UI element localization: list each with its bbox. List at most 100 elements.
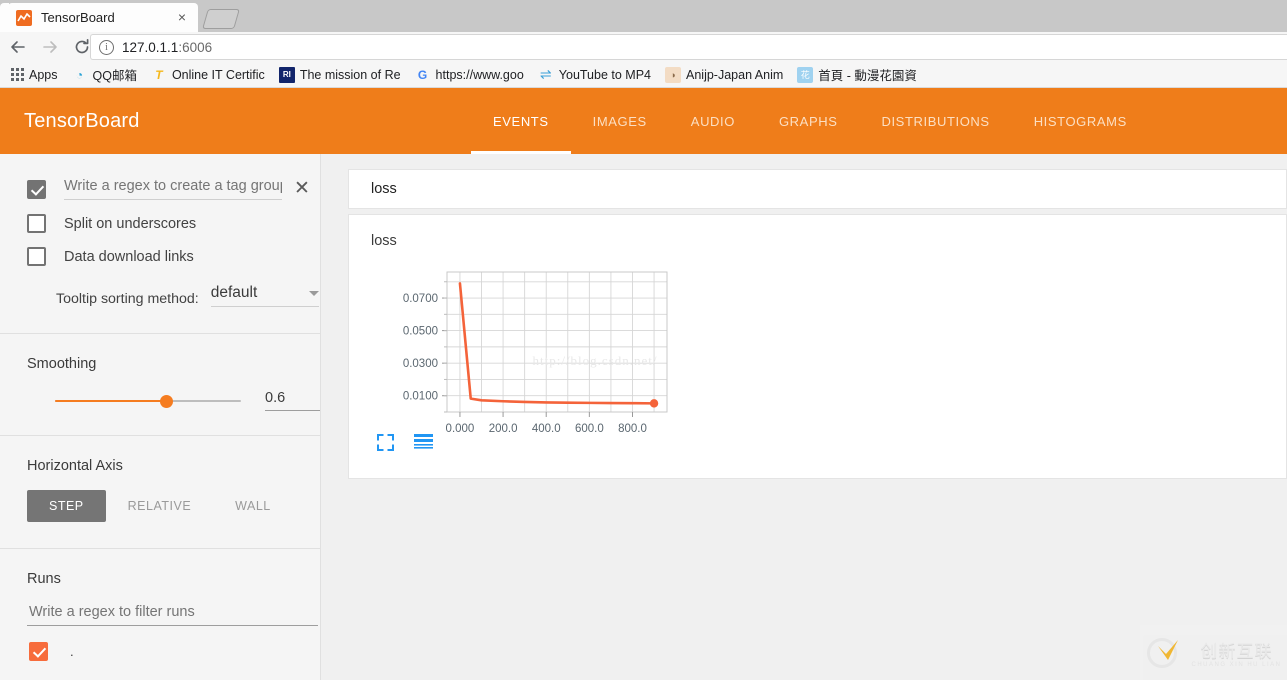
horizontal-axis-options: STEP RELATIVE WALL — [0, 474, 320, 548]
chart-svg: http://blog.csdn.net/0.0100 0.0300 0.0500 0… — [403, 271, 668, 435]
svg-text:0.0700: 0.0700 — [403, 293, 438, 305]
browser-tab[interactable]: TensorBoard × — [8, 3, 198, 32]
slider-fill — [55, 399, 167, 402]
tab-events[interactable]: EVENTS — [471, 88, 571, 154]
back-icon[interactable] — [4, 33, 32, 61]
tag-group-row: ✕ — [0, 154, 320, 200]
svg-text:800.0: 800.0 — [618, 423, 647, 435]
main-content: loss http://blog.csdn.net/0.0100 0.0300 0.… — [321, 154, 1287, 680]
watermark-mark-icon — [1147, 637, 1179, 668]
tensorboard-nav: EVENTS IMAGES AUDIO GRAPHS DISTRIBUTIONS… — [471, 88, 1149, 154]
google-icon: G — [417, 67, 428, 82]
runs-title: Runs — [27, 571, 61, 587]
url-host: 127.0.1.1 — [122, 39, 179, 55]
chevron-down-icon — [308, 290, 319, 296]
chart-favicon — [16, 9, 32, 26]
tag-group-regex-input[interactable] — [64, 178, 282, 200]
svg-text:0.0300: 0.0300 — [403, 358, 438, 370]
smoothing-value-input[interactable]: 0.6 — [265, 390, 320, 411]
settings-sidebar: ✕ Split on underscores Data download lin… — [0, 154, 321, 680]
bookmark-label: 首頁 - 動漫花園資 — [818, 69, 917, 83]
horizontal-axis-step[interactable]: STEP — [27, 490, 106, 522]
url-port: :6006 — [178, 39, 213, 55]
runs-filter-input[interactable] — [27, 603, 318, 626]
horizontal-axis-relative[interactable]: RELATIVE — [106, 490, 214, 522]
svg-text:0.0100: 0.0100 — [403, 391, 438, 403]
run-label: . — [70, 644, 74, 659]
bookmark-google[interactable]: G https://www.goo — [409, 64, 530, 86]
fullscreen-icon[interactable] — [377, 434, 394, 456]
bookmark-label: https://www.goo — [435, 67, 524, 82]
tag-search-card — [348, 169, 1287, 209]
bookmark-label: YouTube to MP4 — [558, 67, 651, 82]
forward-icon — [36, 33, 64, 61]
browser-tabstrip: TensorBoard × — [0, 0, 1287, 32]
new-tab-button[interactable] — [202, 9, 240, 29]
hana-icon: 花 — [797, 66, 814, 83]
tab-images[interactable]: IMAGES — [571, 88, 669, 154]
bookmark-label: Anijp-Japan Anim — [686, 67, 784, 82]
tooltip-sorting-select[interactable]: default — [210, 284, 319, 307]
tooltip-sorting-label: Tooltip sorting method: — [56, 291, 199, 307]
watermark-text: 创新互联 CHUANG XIN HU LIAN — [1191, 637, 1281, 668]
bookmark-dmhy[interactable]: 花 首頁 - 動漫花園資 — [791, 64, 923, 86]
split-on-underscores-row[interactable]: Split on underscores — [0, 200, 320, 233]
clear-icon[interactable]: ✕ — [294, 179, 310, 198]
address-bar-url: 127.0.1.1:6006 — [122, 40, 212, 55]
letter-t-icon: T — [155, 67, 163, 82]
chart-card-actions — [377, 434, 433, 456]
convert-icon: ⇌ — [539, 66, 552, 82]
split-on-underscores-checkbox[interactable] — [27, 214, 46, 233]
tab-audio[interactable]: AUDIO — [669, 88, 757, 154]
data-download-links-row[interactable]: Data download links — [0, 233, 320, 266]
site-info-icon[interactable]: i — [99, 39, 114, 55]
bookmarks-bar: Apps ◔ QQ邮箱 T Online IT Certific RI The … — [0, 62, 1287, 88]
bookmark-qq-mail[interactable]: ◔ QQ邮箱 — [66, 64, 143, 86]
svg-text:0.000: 0.000 — [446, 423, 475, 435]
horizontal-axis-wall[interactable]: WALL — [213, 490, 293, 522]
qq-mail-icon: ◔ — [75, 67, 84, 82]
bookmark-mission-of-re[interactable]: RI The mission of Re — [273, 64, 407, 86]
watermark-pinyin: CHUANG XIN HU LIAN — [1191, 662, 1282, 668]
tensorboard-header: TensorBoard EVENTS IMAGES AUDIO GRAPHS D… — [0, 88, 1287, 154]
tab-graphs[interactable]: GRAPHS — [757, 88, 860, 154]
svg-text:http://blog.csdn.net/: http://blog.csdn.net/ — [533, 353, 658, 368]
data-download-links-label: Data download links — [64, 248, 194, 265]
bookmark-anijp[interactable]: ◑ Anijp-Japan Anim — [659, 64, 789, 86]
tooltip-sorting-value: default — [210, 284, 258, 301]
bookmark-online-it[interactable]: T Online IT Certific — [145, 64, 271, 86]
svg-text:200.0: 200.0 — [489, 423, 518, 435]
slider-knob[interactable] — [160, 394, 173, 408]
svg-text:400.0: 400.0 — [532, 423, 561, 435]
tab-histograms[interactable]: HISTOGRAMS — [1012, 88, 1149, 154]
data-download-links-checkbox[interactable] — [27, 247, 46, 266]
smoothing-title: Smoothing — [27, 356, 97, 372]
svg-text:0.0500: 0.0500 — [403, 326, 438, 338]
bookmark-label: Apps — [29, 67, 58, 82]
tooltip-sorting-row: Tooltip sorting method: default — [0, 266, 320, 333]
browser-window: TensorBoard × i 127.0.1.1:6006 Apps ◔ QQ… — [0, 0, 1287, 680]
search-input[interactable] — [369, 180, 1195, 198]
close-icon[interactable]: × — [174, 9, 190, 26]
bookmark-label: Online IT Certific — [171, 67, 265, 82]
bookmark-label: The mission of Re — [299, 67, 401, 82]
address-bar[interactable]: i 127.0.1.1:6006 — [90, 34, 1287, 60]
data-series-icon[interactable] — [414, 434, 433, 456]
bookmark-label: QQ邮箱 — [92, 69, 137, 83]
bookmark-youtube-to-mp4[interactable]: ⇌ YouTube to MP4 — [532, 64, 657, 86]
tag-group-checkbox[interactable] — [27, 179, 46, 199]
page-title: TensorBoard — [24, 109, 140, 132]
chart-title: loss — [371, 233, 397, 249]
smoothing-slider[interactable] — [55, 392, 241, 410]
smoothing-row: 0.6 — [0, 372, 320, 435]
loss-chart[interactable]: http://blog.csdn.net/0.0100 0.0300 0.0500 0… — [389, 260, 729, 450]
svg-text:600.0: 600.0 — [575, 423, 604, 435]
tabstrip-background — [198, 0, 1287, 32]
tab-distributions[interactable]: DISTRIBUTIONS — [859, 88, 1011, 154]
bookmark-apps[interactable]: Apps — [2, 64, 64, 86]
run-checkbox[interactable] — [29, 642, 48, 661]
horizontal-axis-title: Horizontal Axis — [27, 458, 123, 474]
split-on-underscores-label: Split on underscores — [64, 215, 197, 232]
anime-icon: ◑ — [665, 66, 681, 83]
run-list-item[interactable]: . — [0, 626, 320, 661]
